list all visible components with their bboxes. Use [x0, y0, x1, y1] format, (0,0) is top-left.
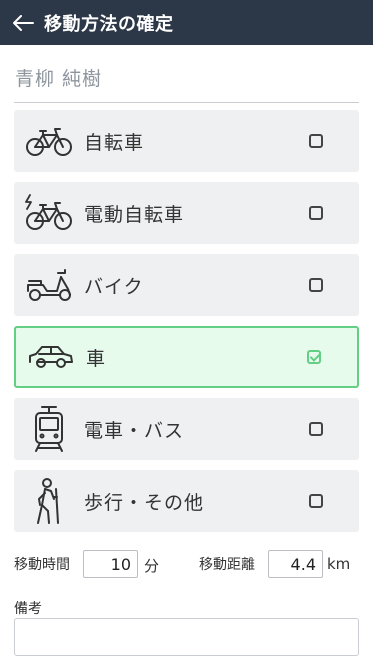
travel-inputs-row: 移動時間 10 分 移動距離 4.4 km: [14, 548, 359, 578]
back-button[interactable]: [6, 0, 40, 45]
distance-input[interactable]: 4.4: [268, 550, 323, 578]
checkbox[interactable]: [309, 422, 323, 436]
option-label: 電車・バス: [84, 419, 185, 442]
option-bicycle[interactable]: 自転車: [14, 110, 359, 172]
user-name: 青柳 純樹: [15, 68, 103, 90]
option-electric-bicycle[interactable]: 電動自転車: [14, 182, 359, 244]
bicycle-icon: [14, 110, 84, 172]
electric-bicycle-icon: [14, 182, 84, 244]
option-scooter[interactable]: バイク: [14, 254, 359, 316]
arrow-left-icon: [13, 14, 34, 31]
page-title: 移動方法の確定: [44, 13, 174, 35]
checkbox[interactable]: [309, 206, 323, 220]
time-label: 移動時間: [14, 557, 70, 573]
checkbox[interactable]: [309, 494, 323, 508]
train-icon: [14, 398, 84, 460]
distance-label: 移動距離: [199, 557, 255, 573]
checkbox-checked[interactable]: [307, 350, 321, 364]
time-unit: 分: [144, 557, 160, 575]
walker-icon: [14, 470, 84, 532]
distance-unit: km: [327, 555, 351, 573]
divider: [14, 102, 359, 103]
option-label: バイク: [84, 275, 144, 298]
memo-input[interactable]: [14, 618, 359, 656]
option-walking-other[interactable]: 歩行・その他: [14, 470, 359, 532]
time-input[interactable]: 10: [83, 550, 138, 578]
option-label: 車: [86, 347, 107, 370]
option-train-bus[interactable]: 電車・バス: [14, 398, 359, 460]
option-label: 自転車: [84, 131, 145, 154]
checkbox[interactable]: [309, 278, 323, 292]
option-label: 電動自転車: [84, 203, 185, 226]
option-label: 歩行・その他: [84, 491, 205, 514]
checkbox[interactable]: [309, 134, 323, 148]
option-car[interactable]: 車: [14, 326, 359, 388]
memo-label: 備考: [14, 601, 42, 617]
app-header: 移動方法の確定: [0, 0, 373, 45]
car-icon: [16, 326, 86, 388]
scooter-icon: [14, 254, 84, 316]
